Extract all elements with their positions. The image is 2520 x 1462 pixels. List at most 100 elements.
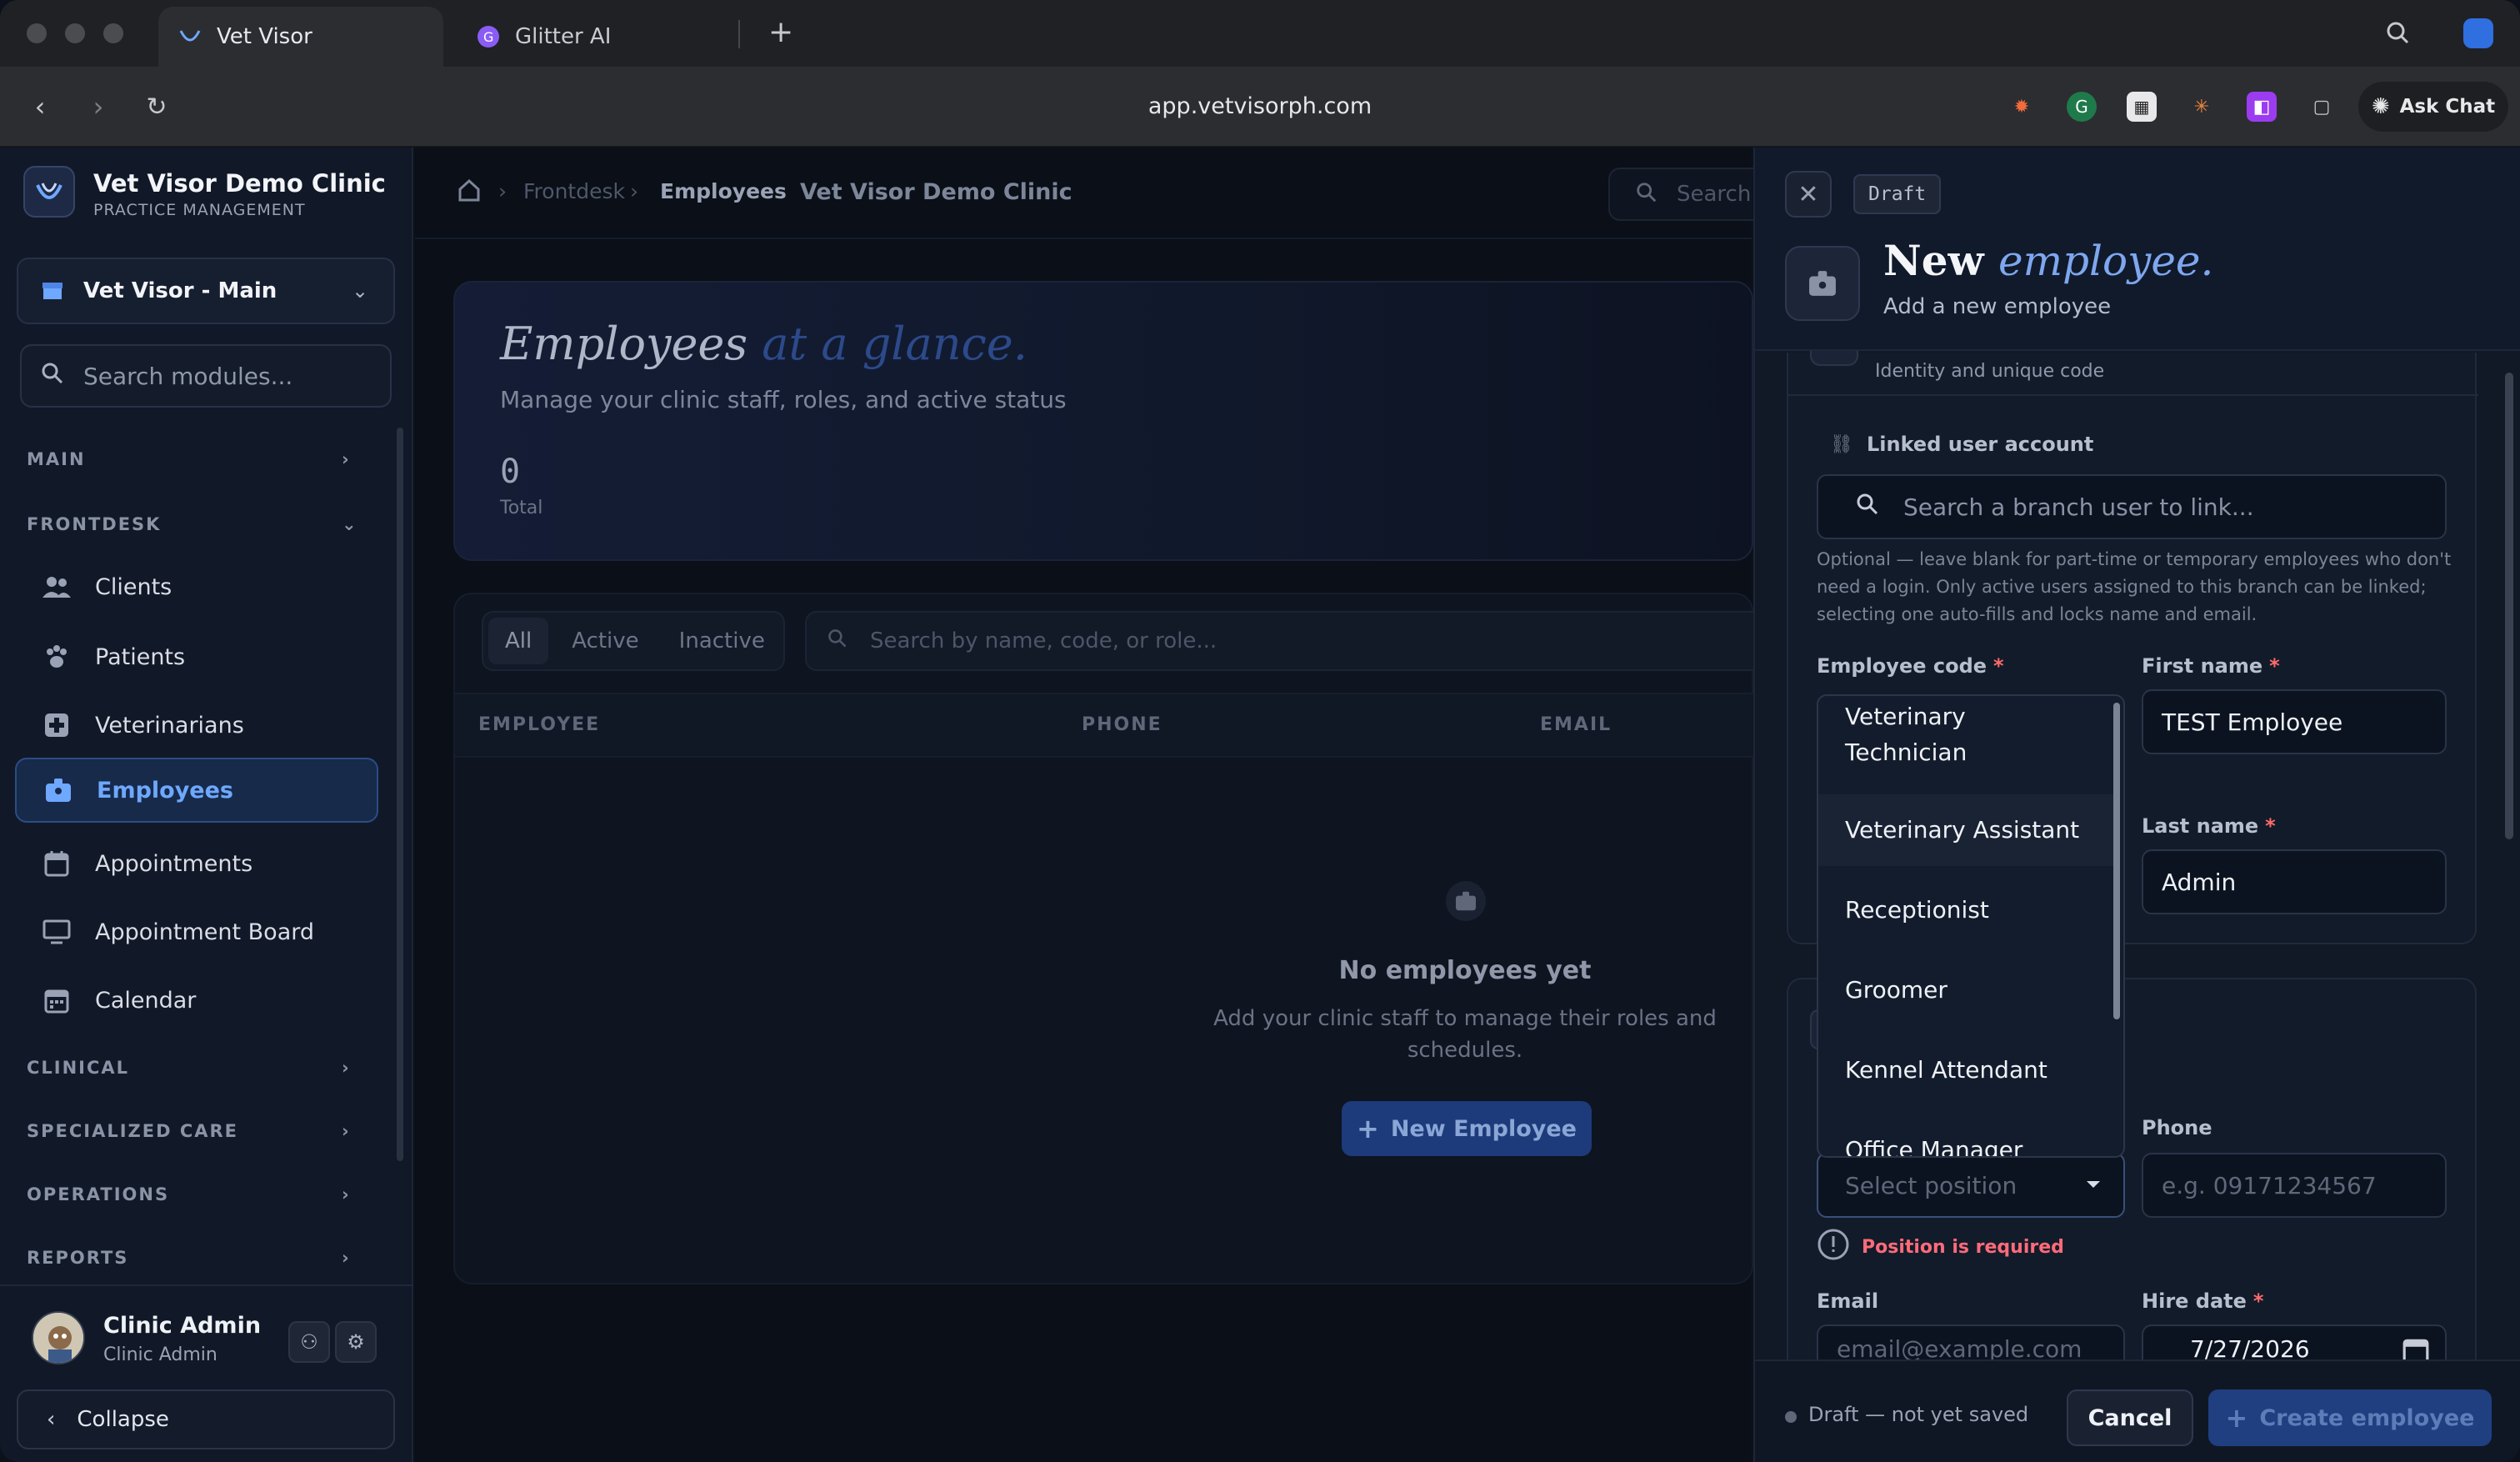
label-text: First name — [2142, 654, 2263, 678]
filter-inactive[interactable]: Inactive — [662, 618, 782, 664]
sidebar-item-veterinarians[interactable]: Veterinarians — [15, 693, 378, 758]
extension-fox-icon[interactable]: ✹ — [2007, 92, 2037, 122]
chevron-down-icon: ⌄ — [352, 279, 369, 303]
search-icon — [40, 361, 65, 392]
dropdown-scrollbar[interactable] — [2113, 703, 2120, 1019]
sidebar-item-appointment-board[interactable]: Appointment Board — [15, 899, 378, 964]
extension-purple-icon[interactable]: ◧ — [2247, 92, 2277, 122]
new-employee-button[interactable]: + New Employee — [1342, 1101, 1592, 1156]
extension-grammarly-icon[interactable]: G — [2067, 92, 2097, 122]
tab-vet-visor[interactable]: Vet Visor — [158, 7, 443, 67]
employee-code-label: Employee code * — [1817, 654, 2004, 678]
position-error-text: Position is required — [1862, 1236, 2064, 1258]
badge-icon — [1785, 246, 1860, 321]
main-topbar: › Frontdesk › Employees Vet Visor Demo C… — [415, 148, 1775, 239]
sidebar-item-label: Patients — [95, 643, 186, 670]
drawer-scrollbar[interactable] — [2505, 373, 2513, 839]
hint-line: need a login. Only active users assigned… — [1817, 577, 2427, 597]
email-label: Email — [1817, 1289, 1879, 1313]
search-icon — [1635, 181, 1658, 208]
extension-puzzle-icon[interactable]: ▢ — [2307, 92, 2337, 122]
employee-search-placeholder: Search by name, code, or role... — [870, 628, 1218, 653]
reload-icon[interactable]: ↻ — [140, 90, 173, 123]
chevron-left-icon: ‹ — [47, 1407, 56, 1432]
switch-user-icon[interactable]: ⚇ — [288, 1321, 330, 1363]
title-accent: at a glance. — [762, 318, 1028, 370]
section-reports[interactable]: REPORTS › — [27, 1248, 349, 1268]
url-field[interactable]: app.vetvisorph.com — [1000, 93, 1520, 119]
section-label: FRONTDESK — [27, 514, 162, 534]
global-search-input[interactable]: Search — [1608, 168, 1775, 221]
employee-search-input[interactable]: Search by name, code, or role... — [805, 611, 1788, 671]
status-dot — [1785, 1411, 1797, 1423]
module-search-input[interactable]: Search modules... — [20, 344, 392, 408]
new-employee-label: New Employee — [1390, 1115, 1577, 1142]
calendar-grid-icon — [40, 984, 73, 1017]
sidebar-item-employees[interactable]: Employees — [15, 758, 378, 823]
option-kennel-attendant[interactable]: Kennel Attendant — [1818, 1034, 2115, 1106]
user-role: Clinic Admin — [103, 1344, 218, 1365]
link-icon: ⛓ — [1830, 434, 1853, 455]
search-icon — [827, 628, 848, 655]
sidebar-item-clients[interactable]: Clients — [15, 554, 378, 619]
zoom-window-dot[interactable] — [103, 23, 123, 43]
section-main[interactable]: MAIN › — [27, 449, 349, 469]
avatar[interactable] — [32, 1311, 85, 1364]
profile-icon[interactable] — [2463, 18, 2493, 48]
draft-badge: Draft — [1853, 174, 1942, 214]
sidebar-item-appointments[interactable]: Appointments — [15, 831, 378, 896]
hint-line: selecting one auto-fills and locks name … — [1817, 604, 2258, 624]
caret-down-icon — [2083, 1173, 2103, 1200]
sidebar-item-patients[interactable]: Patients — [15, 624, 378, 689]
hero-card: Employees at a glance. Manage your clini… — [453, 281, 1753, 561]
filter-active[interactable]: Active — [555, 618, 655, 664]
section-specialized-care[interactable]: SPECIALIZED CARE › — [27, 1121, 349, 1141]
home-icon[interactable] — [457, 178, 482, 206]
option-line: Technician — [1845, 739, 1968, 766]
option-groomer[interactable]: Groomer — [1818, 954, 2115, 1026]
chevron-right-icon: › — [342, 1248, 351, 1268]
new-tab-icon[interactable]: + — [768, 15, 793, 49]
gear-icon[interactable]: ⚙ — [335, 1321, 377, 1363]
paw-icon — [40, 640, 73, 673]
identity-note: Identity and unique code — [1875, 361, 2105, 382]
position-select[interactable]: Select position — [1817, 1153, 2125, 1218]
phone-label: Phone — [2142, 1116, 2212, 1139]
minimize-window-dot[interactable] — [65, 23, 85, 43]
extension-grid-icon[interactable]: ▦ — [2127, 92, 2157, 122]
option-veterinary-technician[interactable]: Veterinary Technician — [1818, 703, 2115, 766]
filter-all[interactable]: All — [488, 618, 549, 664]
alert-circle-icon — [1817, 1228, 1850, 1266]
section-frontdesk[interactable]: FRONTDESK ⌄ — [27, 514, 357, 534]
sidebar-scrollbar[interactable] — [397, 428, 403, 1161]
column-employee[interactable]: EMPLOYEE — [478, 714, 600, 735]
first-name-input[interactable]: TEST Employee — [2142, 689, 2447, 754]
collapse-button[interactable]: ‹ Collapse — [17, 1389, 395, 1449]
cancel-button[interactable]: Cancel — [2067, 1389, 2193, 1446]
linked-user-search-input[interactable]: Search a branch user to link... — [1817, 474, 2447, 539]
column-email[interactable]: EMAIL — [1540, 714, 1612, 735]
sidebar-item-calendar[interactable]: Calendar — [15, 968, 378, 1033]
section-operations[interactable]: OPERATIONS › — [27, 1184, 349, 1204]
section-clinical[interactable]: CLINICAL › — [27, 1058, 349, 1078]
global-search-placeholder: Search — [1677, 182, 1752, 207]
close-icon[interactable]: ✕ — [1785, 171, 1832, 218]
search-tabs-icon[interactable] — [2382, 17, 2415, 50]
branch-selector[interactable]: Vet Visor - Main ⌄ — [17, 258, 395, 324]
column-phone[interactable]: PHONE — [1082, 714, 1162, 735]
breadcrumb-frontdesk[interactable]: Frontdesk — [523, 179, 625, 203]
tab-glitter-ai[interactable]: G Glitter AI — [457, 7, 740, 67]
phone-input[interactable]: e.g. 09171234567 — [2142, 1153, 2447, 1218]
back-icon[interactable]: ‹ — [23, 90, 57, 123]
option-office-manager[interactable]: Office Manager — [1818, 1114, 2115, 1156]
forward-icon[interactable]: › — [82, 90, 115, 123]
close-window-dot[interactable] — [27, 23, 47, 43]
section-label: OPERATIONS — [27, 1184, 170, 1204]
option-receptionist[interactable]: Receptionist — [1818, 874, 2115, 946]
create-employee-button[interactable]: + Create employee — [2208, 1389, 2492, 1446]
ask-chat-button[interactable]: ✺ Ask Chat — [2358, 82, 2508, 132]
option-veterinary-assistant[interactable]: Veterinary Assistant — [1818, 794, 2115, 866]
last-name-input[interactable]: Admin — [2142, 849, 2447, 914]
chevron-down-icon: ⌄ — [342, 514, 358, 534]
extension-spark-icon[interactable]: ✳ — [2187, 92, 2217, 122]
